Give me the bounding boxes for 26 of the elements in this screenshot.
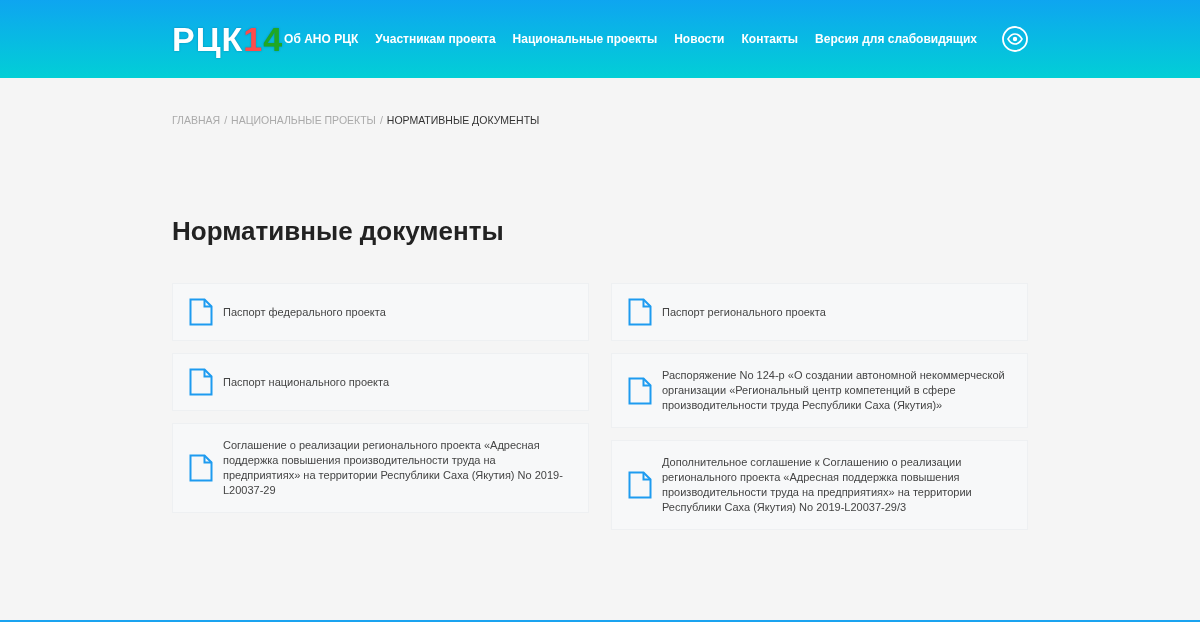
document-link[interactable]: Паспорт регионального проекта [662,304,826,320]
breadcrumb-separator: / [224,114,228,126]
nav-link[interactable]: Контакты [741,32,799,46]
nav-link[interactable]: Участникам проекта [375,32,496,46]
breadcrumb-separator: / [379,114,383,126]
document-link[interactable]: Паспорт национального проекта [223,374,390,390]
breadcrumb-current: НОРМАТИВНЫЕ ДОКУМЕНТЫ [386,114,540,126]
document-icon [189,454,213,482]
eye-icon[interactable] [1002,26,1028,52]
document-icon [628,376,652,405]
document-link[interactable]: Дополнительное соглашение к Соглашению о реализации регионального проекта «Адресная поддержка повышения производительности труда на предприятиях» на территории Республики Саха (Якутия) No 2019-L20037-29/3 [662,455,1011,515]
nav-link[interactable]: Национальные проекты [512,32,658,46]
site-logo[interactable]: РЦК14 [172,22,284,56]
document-icon [189,298,213,326]
document-icon [628,298,652,326]
document-icon [189,368,213,396]
document-icon [628,471,652,499]
nav-link[interactable]: Об АНО РЦК [284,32,359,46]
breadcrumb-link[interactable]: НАЦИОНАЛЬНЫЕ ПРОЕКТЫ [231,114,376,126]
document-link[interactable]: Соглашение о реализации регионального проекта «Адресная поддержка повышения производительности труда на предприятиях» на территории Республики Саха (Якутия) No 2019-L20037-29 [223,438,572,498]
document-link[interactable]: Паспорт федерального проекта [223,304,386,320]
breadcrumb-link[interactable]: ГЛАВНАЯ [172,114,221,126]
document-link[interactable]: Распоряжение No 124-р «О создании автономной некоммерческой организации «Региональный центр компетенций в сфере производительности труда Республики Саха (Якутия)» [662,368,1011,413]
page-title: Нормативные документы [172,216,505,247]
nav-link[interactable]: Новости [674,32,725,46]
nav-link[interactable]: Версия для слабовидящих [815,32,977,46]
